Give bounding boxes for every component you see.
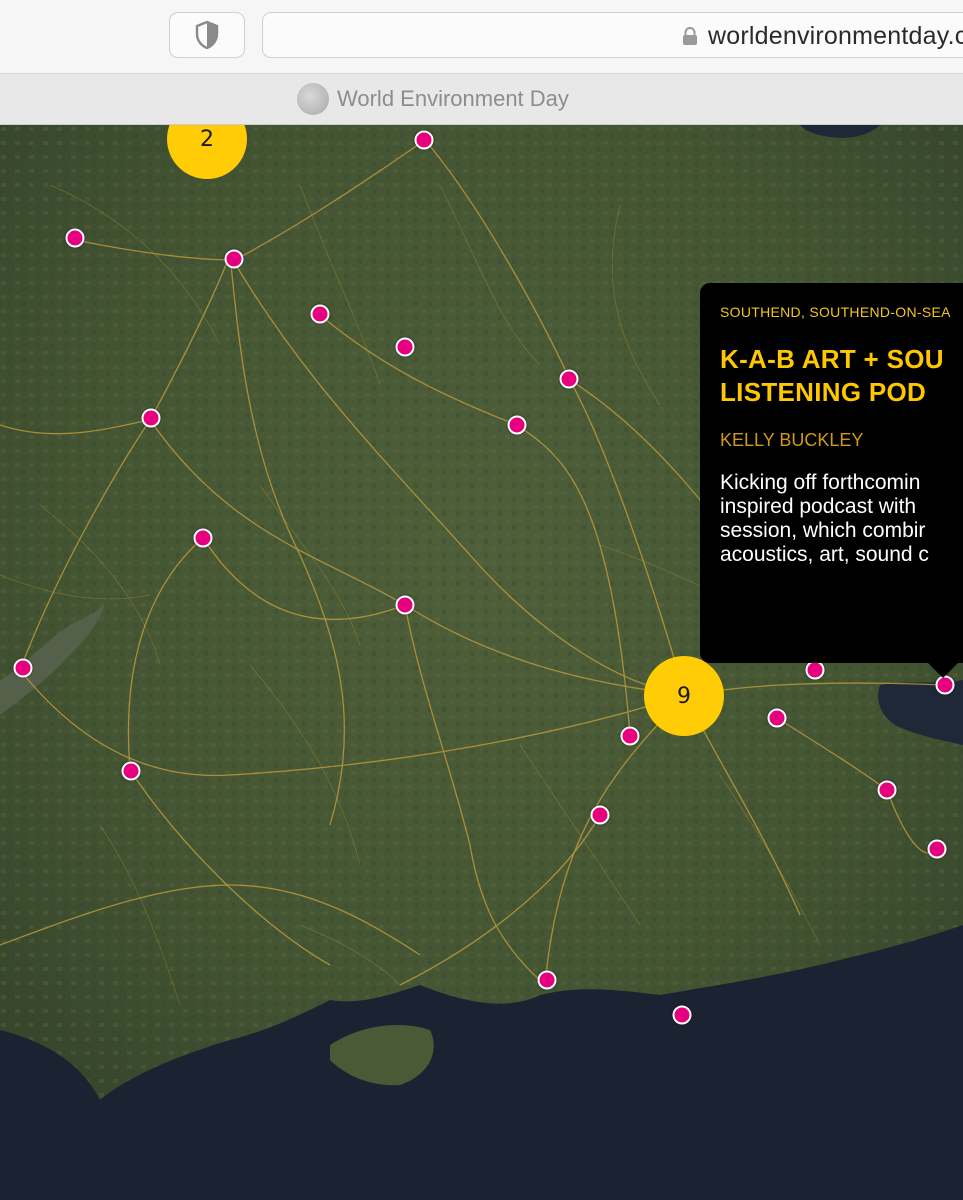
cluster-count: 2 [200,126,214,152]
event-marker[interactable] [767,708,787,728]
event-marker[interactable] [65,228,85,248]
popup-author: KELLY BUCKLEY [720,430,864,450]
url-text: worldenvironmentday.c [708,22,963,50]
shield-icon [195,21,219,49]
event-marker[interactable] [414,130,434,150]
popup-title-line: LISTENING POD [720,377,927,407]
event-marker[interactable] [507,415,527,435]
popup-description-line: acoustics, art, sound c [720,543,929,566]
globe-icon [297,83,329,115]
event-marker[interactable] [672,1005,692,1025]
event-marker[interactable] [877,780,897,800]
event-marker[interactable] [590,805,610,825]
event-marker[interactable] [559,369,579,389]
event-marker[interactable] [395,337,415,357]
event-marker[interactable] [13,658,33,678]
event-marker[interactable] [935,675,955,695]
event-marker[interactable] [141,408,161,428]
event-popup: SOUTHEND, SOUTHEND-ON-SEA K-A-B ART + SO… [700,283,963,663]
popup-description-line: session, which combir [720,519,926,542]
event-marker[interactable] [310,304,330,324]
address-bar[interactable]: worldenvironmentday.c [262,12,963,58]
popup-title-line: K-A-B ART + SOU [720,344,944,374]
popup-title[interactable]: K-A-B ART + SOU LISTENING POD [720,343,944,409]
event-marker[interactable] [121,761,141,781]
event-marker[interactable] [537,970,557,990]
event-marker[interactable] [620,726,640,746]
popup-location: SOUTHEND, SOUTHEND-ON-SEA [720,304,951,320]
event-marker[interactable] [927,839,947,859]
tab-title[interactable]: World Environment Day [337,86,569,112]
event-marker[interactable] [224,249,244,269]
popup-description-line: Kicking off forthcomin [720,471,921,494]
cluster-count: 9 [677,683,691,709]
lock-icon [683,27,697,45]
event-marker[interactable] [395,595,415,615]
popup-description: Kicking off forthcomin inspired podcast … [720,471,929,567]
popup-description-line: inspired podcast with [720,495,917,518]
browser-toolbar: worldenvironmentday.c [0,0,963,74]
event-marker[interactable] [805,660,825,680]
popup-pointer [927,662,959,678]
event-marker[interactable] [193,528,213,548]
cluster-marker[interactable]: 9 [644,656,724,736]
privacy-shield-button[interactable] [169,12,245,58]
